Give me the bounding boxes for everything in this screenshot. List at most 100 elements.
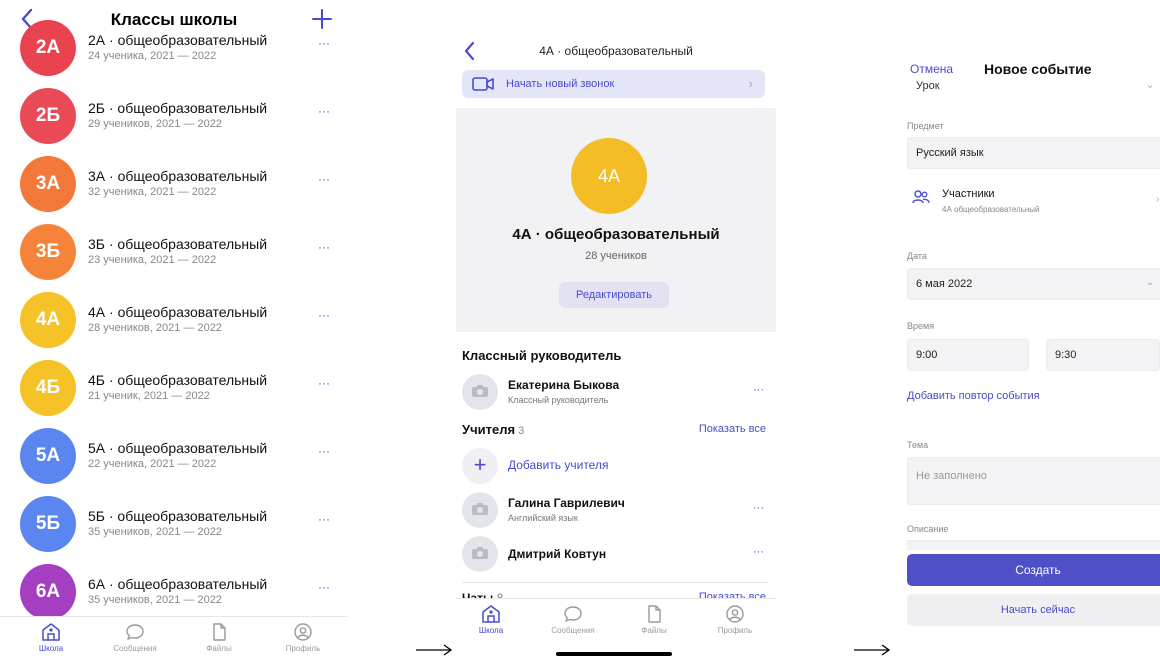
- class-badge: 6А: [20, 564, 76, 620]
- tab-profile[interactable]: Профиль: [268, 617, 338, 658]
- date-field[interactable]: 6 мая 2022: [907, 268, 1160, 300]
- more-icon[interactable]: ···: [318, 240, 330, 254]
- camera-icon: [472, 547, 488, 559]
- person-name: Галина Гаврилевич: [508, 496, 625, 510]
- classes-screen: Классы школы 2А 2А · общеобразовательный 2…: [0, 0, 348, 658]
- divider: [462, 582, 768, 583]
- time-end-field[interactable]: 9:30: [1046, 339, 1160, 371]
- home-indicator: [556, 652, 672, 656]
- file-icon: [213, 623, 226, 641]
- tab-bar: Школа Сообщения Файлы Профиль: [0, 616, 348, 658]
- class-badge: 5Б: [20, 496, 76, 552]
- new-event-screen: Отмена Новое событие Урок ⌄ Предмет Русс…: [898, 0, 1160, 658]
- add-repeat-link[interactable]: Добавить повтор события: [907, 390, 1040, 402]
- chevron-down-icon: ⌄: [1146, 80, 1155, 91]
- chat-bubble-icon: [564, 606, 582, 622]
- tab-label: Школа: [478, 626, 504, 635]
- tab-school[interactable]: Школа: [16, 617, 86, 658]
- class-subtitle: 28 учеников, 2021 — 2022: [88, 322, 222, 334]
- time-start-field[interactable]: 9:00: [907, 339, 1029, 371]
- class-title: 4А · общеобразовательный: [88, 304, 268, 320]
- tab-label: Файлы: [206, 644, 232, 653]
- tab-label: Файлы: [641, 626, 667, 635]
- tab-chat-bubble[interactable]: Сообщения: [538, 599, 608, 641]
- avatar: [462, 374, 498, 410]
- tab-label: Сообщения: [551, 626, 595, 635]
- participants-label[interactable]: Участники: [942, 188, 995, 200]
- tab-profile[interactable]: Профиль: [700, 599, 770, 641]
- start-call-button[interactable]: Начать новый звонок ›: [462, 70, 765, 98]
- person-name: Екатерина Быкова: [508, 378, 620, 392]
- cancel-button[interactable]: Отмена: [910, 62, 953, 76]
- list-item[interactable]: 2А 2А · общеобразовательный 24 ученика, 20…: [0, 20, 348, 88]
- chat-bubble-icon: [126, 624, 144, 640]
- chevron-down-icon: ⌄: [1146, 277, 1155, 288]
- event-type-value[interactable]: Урок: [916, 80, 1160, 92]
- class-badge: 3А: [20, 156, 76, 212]
- tab-file[interactable]: Файлы: [619, 599, 689, 641]
- class-title: 5А · общеобразовательный: [88, 440, 268, 456]
- list-item[interactable]: 5Б 5Б · общеобразовательный 35 учеников, 2…: [0, 496, 348, 564]
- list-item[interactable]: 3Б 3Б · общеобразовательный 23 ученика, 20…: [0, 224, 348, 292]
- file-icon: [648, 605, 661, 623]
- head-teacher-heading: Классный руководитель: [462, 348, 622, 363]
- class-subtitle: 23 ученика, 2021 — 2022: [88, 254, 217, 266]
- tab-file[interactable]: Файлы: [184, 617, 254, 658]
- more-icon[interactable]: ···: [753, 546, 764, 558]
- description-label: Описание: [907, 524, 949, 534]
- tab-chat-bubble[interactable]: Сообщения: [100, 617, 170, 658]
- date-label: Дата: [907, 251, 927, 261]
- start-call-label: Начать новый звонок: [506, 78, 615, 90]
- class-avatar: 4А: [571, 138, 647, 214]
- teachers-count: 3: [518, 425, 525, 437]
- class-badge: 3Б: [20, 224, 76, 280]
- class-title: 2Б · общеобразовательный: [88, 100, 268, 116]
- create-button[interactable]: Создать: [907, 554, 1160, 586]
- class-hero: 4А 4А · общеобразовательный 28 учеников …: [456, 108, 776, 332]
- more-icon[interactable]: ···: [318, 444, 330, 458]
- more-icon[interactable]: ···: [753, 502, 764, 514]
- class-subtitle: 35 учеников, 2021 — 2022: [88, 526, 222, 538]
- class-subtitle: 22 ученика, 2021 — 2022: [88, 458, 217, 470]
- more-icon[interactable]: ···: [318, 308, 330, 322]
- more-icon[interactable]: ···: [318, 104, 330, 118]
- tab-label: Профиль: [285, 644, 321, 653]
- tab-label: Сообщения: [113, 644, 157, 653]
- tab-school[interactable]: Школа: [456, 599, 526, 641]
- list-item[interactable]: 4А 4А · общеобразовательный 28 учеников, 2…: [0, 292, 348, 360]
- participants-value: 4А общеобразовательный: [942, 205, 1040, 214]
- profile-icon: [294, 623, 312, 641]
- class-subtitle: 32 ученика, 2021 — 2022: [88, 186, 217, 198]
- theme-input[interactable]: Не заполнено: [907, 457, 1160, 505]
- class-title: 2А · общеобразовательный: [88, 32, 268, 48]
- more-icon[interactable]: ···: [318, 172, 330, 186]
- add-teacher-button[interactable]: + Добавить учителя: [462, 448, 762, 484]
- list-item[interactable]: 3А 3А · общеобразовательный 32 ученика, 20…: [0, 156, 348, 224]
- show-all-teachers-link[interactable]: Показать все: [699, 423, 766, 435]
- list-item[interactable]: 4Б 4Б · общеобразовательный 21 ученик, 202…: [0, 360, 348, 428]
- theme-label: Тема: [907, 440, 929, 450]
- more-icon[interactable]: ···: [318, 376, 330, 390]
- teachers-heading: Учителя 3: [462, 422, 524, 437]
- description-input[interactable]: [907, 540, 1160, 550]
- edit-button[interactable]: Редактировать: [559, 282, 669, 308]
- more-icon[interactable]: ···: [318, 36, 330, 50]
- arrow-right-icon: [854, 644, 891, 656]
- more-icon[interactable]: ···: [318, 580, 330, 594]
- avatar: [462, 536, 498, 572]
- teacher-row[interactable]: Галина Гаврилевич Английский язык ···: [462, 492, 772, 532]
- class-badge: 4А: [20, 292, 76, 348]
- start-now-button[interactable]: Начать сейчас: [907, 594, 1160, 626]
- students-count: 28 учеников: [585, 250, 647, 262]
- more-icon[interactable]: ···: [753, 384, 764, 396]
- profile-icon: [726, 605, 744, 623]
- teacher-row[interactable]: Дмитрий Ковтун ···: [462, 536, 772, 576]
- class-title: 4Б · общеобразовательный: [88, 372, 268, 388]
- list-item[interactable]: 2Б 2Б · общеобразовательный 29 учеников, 2…: [0, 88, 348, 156]
- subject-field[interactable]: Русский язык: [907, 137, 1160, 169]
- list-item[interactable]: 5А 5А · общеобразовательный 22 ученика, 20…: [0, 428, 348, 496]
- tab-bar: Школа Сообщения Файлы Профиль: [456, 598, 776, 640]
- head-teacher-row[interactable]: Екатерина Быкова Классный руководитель ·…: [462, 374, 772, 414]
- arrow-right-icon: [416, 644, 453, 656]
- more-icon[interactable]: ···: [318, 512, 330, 526]
